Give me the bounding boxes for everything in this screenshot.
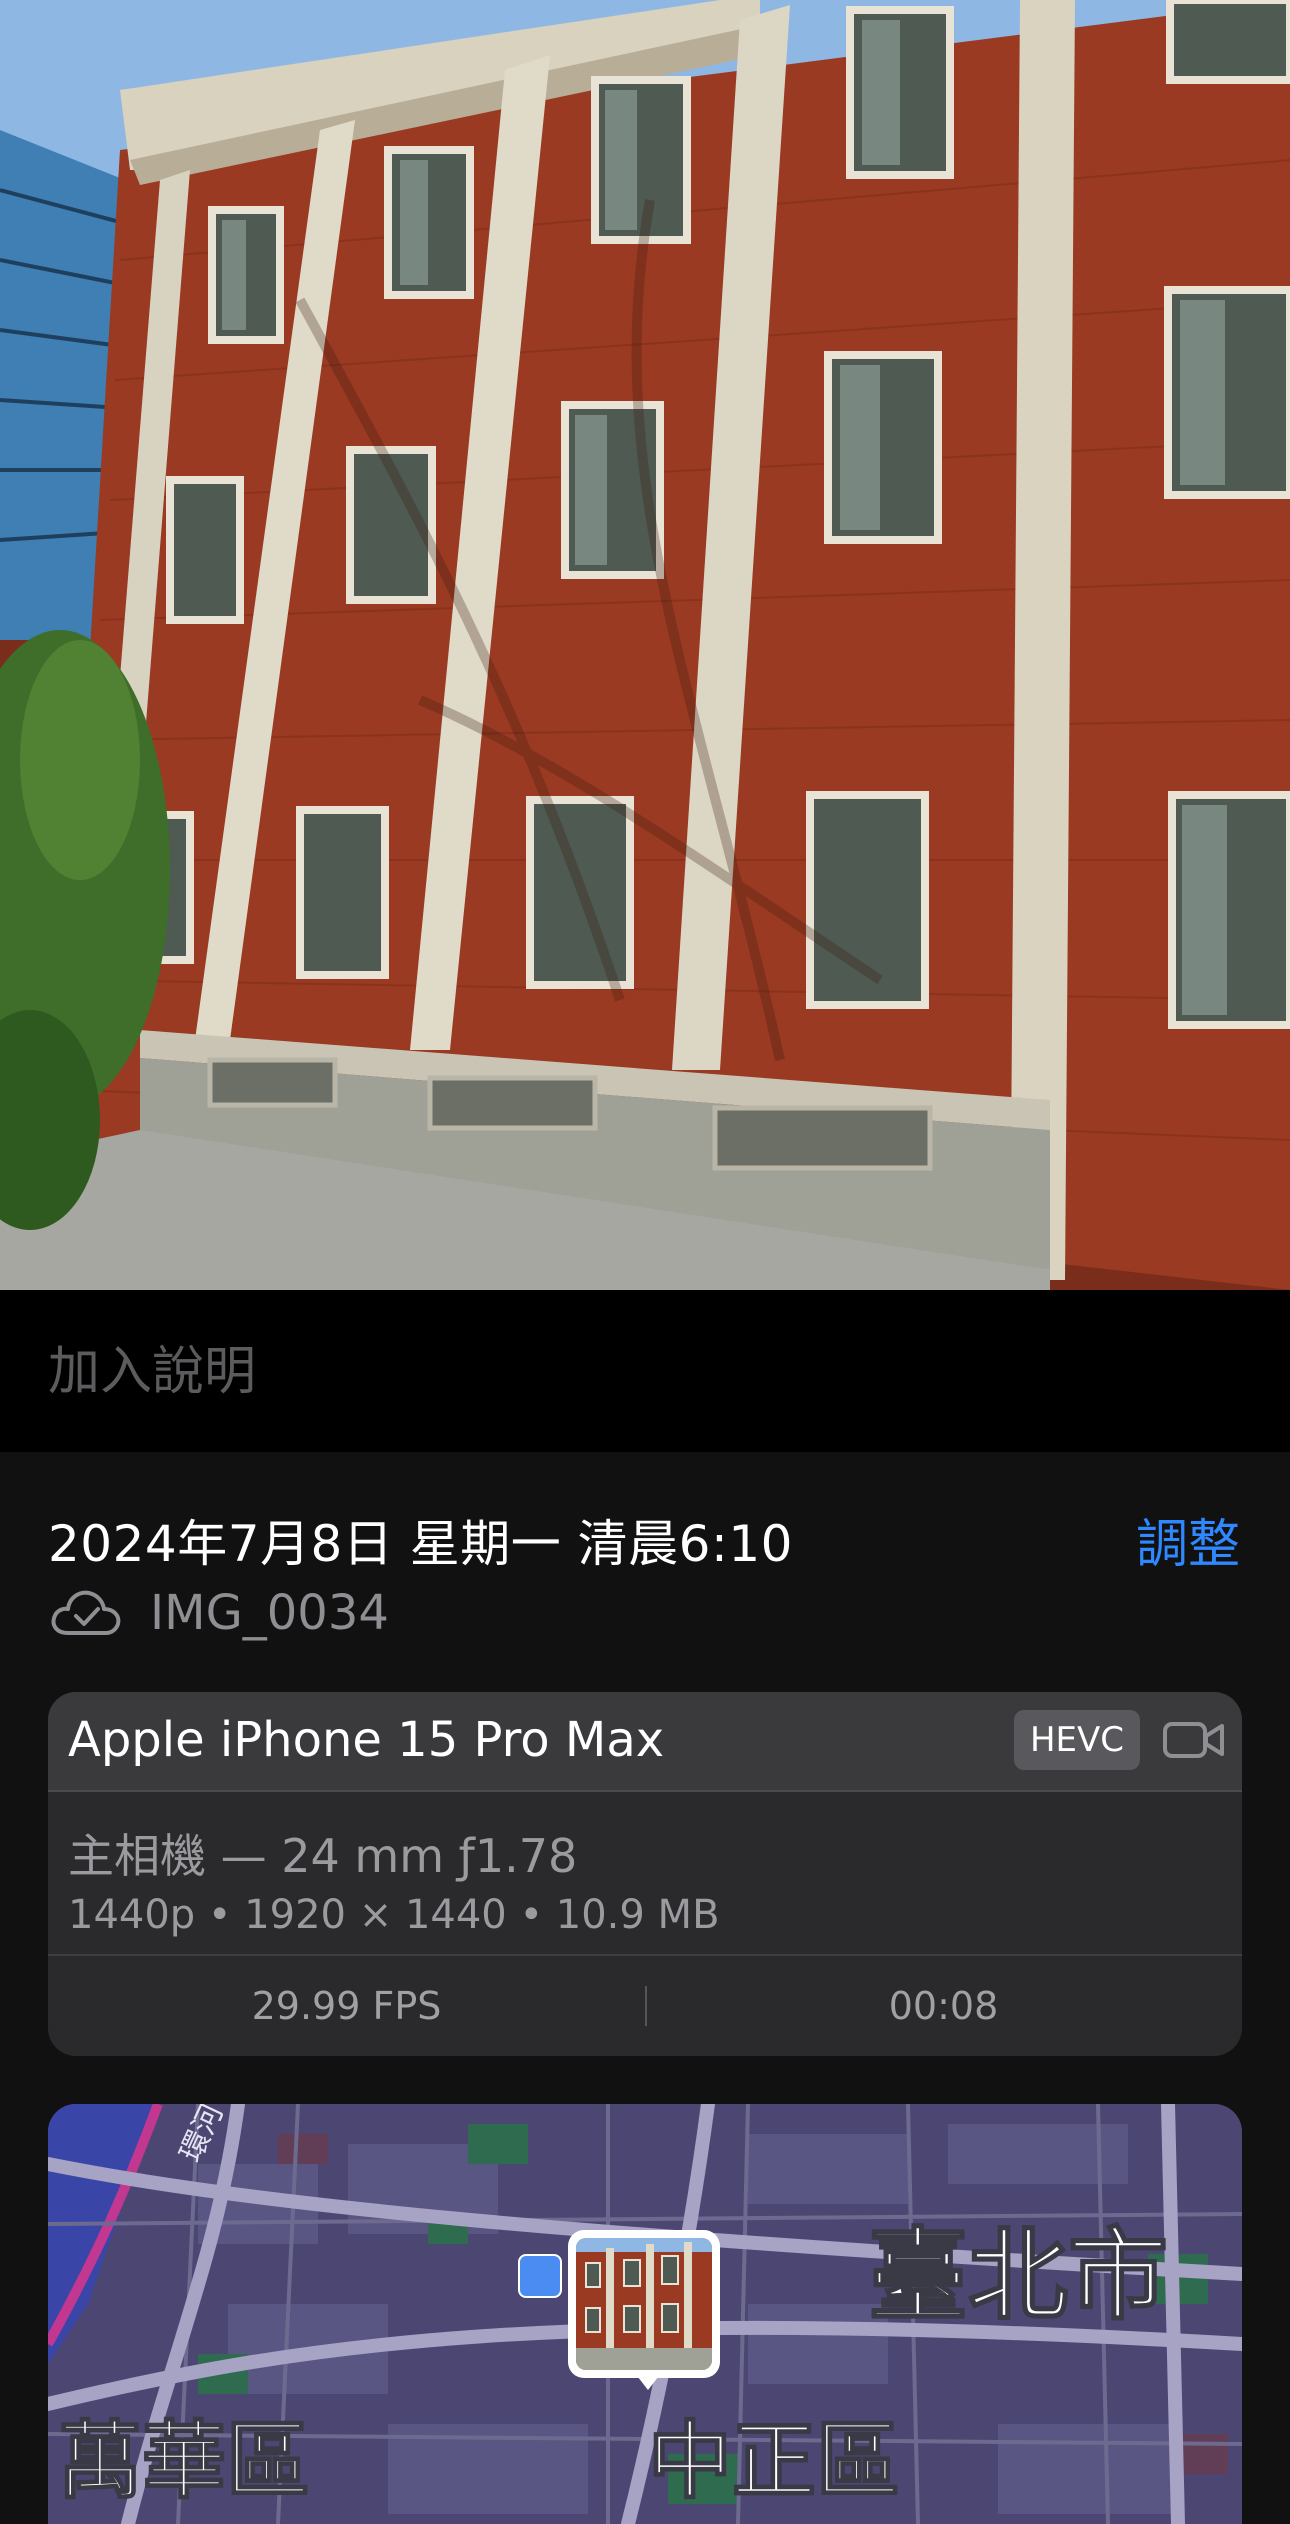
icloud-check-icon <box>51 1590 121 1635</box>
city-label: 臺北市 <box>867 2216 1169 2335</box>
device-name: Apple iPhone 15 Pro Max <box>68 1712 665 1768</box>
card-header: Apple iPhone 15 Pro Max HEVC <box>48 1692 1242 1792</box>
adjust-button[interactable]: 調整 <box>1136 1502 1240 1577</box>
map-pin <box>634 2372 662 2390</box>
district-label-zhongzheng: 中正區 <box>647 2411 901 2511</box>
lens-info: 主相機 — 24 mm ƒ1.78 <box>68 1829 578 1883</box>
video-camera-icon <box>1163 1722 1224 1758</box>
file-row: IMG_0034 <box>48 1578 389 1648</box>
file-name: IMG_0034 <box>150 1585 389 1641</box>
capture-datetime: 2024年7月8日 星期一 清晨6:10 <box>48 1515 793 1573</box>
map-photo-thumbnail[interactable] <box>568 2230 720 2378</box>
caption-bar <box>0 1290 1290 1452</box>
building-photo <box>0 0 1290 1290</box>
location-map[interactable]: 環河 臺北市 萬華區 中正區 <box>48 2104 1242 2524</box>
frame-rate: 29.99 FPS <box>251 1984 442 2028</box>
info-panel: 2024年7月8日 星期一 清晨6:10 調整 IMG_0034 Apple i… <box>0 1452 1290 2524</box>
video-specs: 1440p • 1920 × 1440 • 10.9 MB <box>68 1892 720 1938</box>
district-label-wanhua: 萬華區 <box>57 2411 311 2511</box>
thumbnail-image <box>576 2238 712 2370</box>
metro-station-icon <box>518 2254 562 2298</box>
photo-preview[interactable] <box>0 0 1290 1290</box>
video-duration: 00:08 <box>888 1984 999 2028</box>
codec-badge: HEVC <box>1013 1710 1140 1770</box>
camera-info-card: Apple iPhone 15 Pro Max HEVC 主相機 — 24 mm… <box>48 1692 1242 2056</box>
caption-input[interactable] <box>48 1332 1238 1412</box>
card-footer: 29.99 FPS 00:08 <box>48 1954 1242 2056</box>
